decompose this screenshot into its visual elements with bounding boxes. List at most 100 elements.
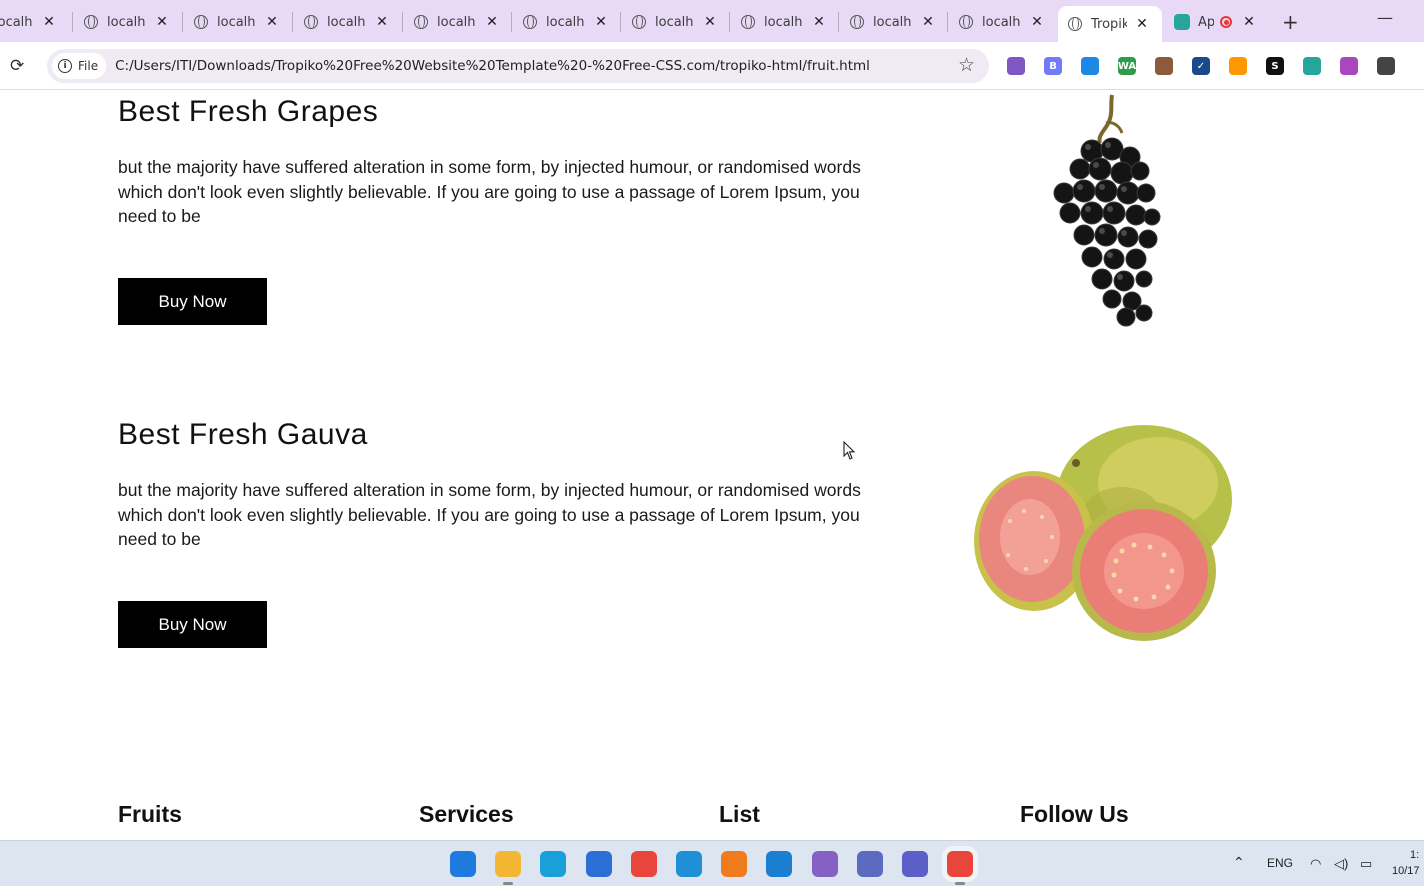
tab-divider — [947, 12, 948, 32]
file-explorer-icon[interactable] — [495, 851, 521, 877]
tab-label: localhc — [327, 14, 365, 30]
puzzle-gear-icon[interactable] — [1007, 57, 1025, 75]
running-indicator — [955, 882, 965, 885]
brain-icon[interactable] — [1340, 57, 1358, 75]
recording-icon — [1220, 16, 1232, 28]
browser-tab[interactable]: localhc ✕ — [523, 8, 608, 36]
web-page: Best Fresh Grapes but the majority have … — [0, 91, 1424, 840]
tab-divider — [729, 12, 730, 32]
browser-tab-active[interactable]: Tropik ✕ — [1058, 6, 1162, 42]
globe-icon — [523, 15, 537, 29]
footer-heading-list: List — [719, 801, 760, 827]
tab-divider — [511, 12, 512, 32]
tab-close-icon[interactable]: ✕ — [155, 14, 169, 30]
browser-tab[interactable]: localhc ✕ — [741, 8, 826, 36]
minimize-window-button[interactable]: — — [1377, 8, 1393, 27]
tab-close-icon[interactable]: ✕ — [265, 14, 279, 30]
globe-icon — [632, 15, 646, 29]
info-icon: i — [58, 59, 72, 73]
tab-label: localhc — [437, 14, 475, 30]
vscode-icon[interactable] — [766, 851, 792, 877]
xampp-icon[interactable] — [721, 851, 747, 877]
tab-close-icon[interactable]: ✕ — [42, 14, 56, 30]
s-icon[interactable]: S — [1266, 57, 1284, 75]
edge-icon[interactable] — [540, 851, 566, 877]
browser-tab[interactable]: localhc ✕ — [194, 8, 279, 36]
cookie-icon[interactable] — [1155, 57, 1173, 75]
tab-label: Ap — [1198, 14, 1214, 30]
browser-tab[interactable]: localhc ✕ — [84, 8, 169, 36]
teams-icon[interactable] — [902, 851, 928, 877]
product-description: but the majority have suffered alteratio… — [118, 157, 861, 226]
url-text[interactable]: C:/Users/ITI/Downloads/Tropiko%20Free%20… — [115, 58, 870, 74]
tab-label: localhc — [546, 14, 584, 30]
browser-tab[interactable]: localhc ✕ — [0, 8, 56, 36]
address-bar[interactable]: i File C:/Users/ITI/Downloads/Tropiko%20… — [47, 49, 989, 83]
clock-time[interactable]: 1: — [1410, 849, 1419, 861]
browser-tab[interactable]: localhc ✕ — [632, 8, 717, 36]
battery-icon[interactable]: ▭ — [1360, 856, 1372, 872]
browser-tab-app[interactable]: Ap ✕ — [1174, 8, 1256, 36]
tab-close-icon[interactable]: ✕ — [375, 14, 389, 30]
footer-heading-fruits: Fruits — [118, 801, 182, 827]
tab-label: localhc — [107, 14, 145, 30]
guava-image — [974, 425, 1232, 641]
feather-icon[interactable] — [1081, 57, 1099, 75]
tab-label: localhc — [764, 14, 802, 30]
tab-close-icon[interactable]: ✕ — [485, 14, 499, 30]
tab-divider — [838, 12, 839, 32]
chrome-active-icon[interactable] — [947, 851, 973, 877]
site-info-chip[interactable]: i File — [52, 53, 107, 79]
tab-close-icon[interactable]: ✕ — [703, 14, 717, 30]
globe-icon — [194, 15, 208, 29]
visual-studio-icon[interactable] — [812, 851, 838, 877]
browser-tab[interactable]: localhc ✕ — [959, 8, 1044, 36]
browser-tab[interactable]: localhc ✕ — [304, 8, 389, 36]
tab-label: localhc — [655, 14, 693, 30]
tab-divider — [72, 12, 73, 32]
mouse-cursor-icon — [843, 441, 856, 460]
chat-icon[interactable] — [1303, 57, 1321, 75]
show-hidden-icons-chevron-icon[interactable]: ⌃ — [1233, 854, 1245, 871]
tab-label: localhc — [873, 14, 911, 30]
language-indicator[interactable]: ENG — [1267, 856, 1293, 870]
store-icon[interactable] — [586, 851, 612, 877]
globe-icon — [850, 15, 864, 29]
extensions-puzzle-icon[interactable] — [1377, 57, 1395, 75]
browser-tab[interactable]: localhc ✕ — [414, 8, 499, 36]
windows-taskbar: ⌃ ENG ◠ ◁) ▭ 1: 10/17 — [0, 840, 1424, 886]
globe-icon — [414, 15, 428, 29]
tab-close-icon[interactable]: ✕ — [1030, 14, 1044, 30]
running-indicator — [503, 882, 513, 885]
wifi-icon[interactable]: ◠ — [1310, 856, 1321, 872]
tab-close-icon[interactable]: ✕ — [921, 14, 935, 30]
globe-icon — [304, 15, 318, 29]
check-circle-icon[interactable]: ✓ — [1192, 57, 1210, 75]
chrome-icon[interactable] — [631, 851, 657, 877]
footer-heading-services: Services — [419, 801, 514, 827]
windows-start-icon[interactable] — [450, 851, 476, 877]
clock-date[interactable]: 10/17 — [1392, 865, 1420, 877]
buy-now-button[interactable]: Buy Now — [118, 278, 267, 325]
tab-close-icon[interactable]: ✕ — [1135, 16, 1149, 32]
iptv-icon[interactable] — [857, 851, 883, 877]
tab-close-icon[interactable]: ✕ — [594, 14, 608, 30]
b-extension-icon[interactable]: B — [1044, 57, 1062, 75]
browser-toolbar: ⟳ i File C:/Users/ITI/Downloads/Tropiko%… — [0, 42, 1424, 90]
reload-icon[interactable]: ⟳ — [10, 56, 24, 76]
product-title: Best Fresh Grapes — [118, 95, 379, 128]
volume-icon[interactable]: ◁) — [1334, 856, 1348, 872]
tab-close-icon[interactable]: ✕ — [812, 14, 826, 30]
tab-close-icon[interactable]: ✕ — [1242, 14, 1256, 30]
site-info-label: File — [78, 59, 99, 73]
new-tab-button[interactable]: + — [1282, 10, 1299, 34]
bookmark-star-icon[interactable]: ☆ — [958, 54, 975, 76]
anydesk-icon[interactable] — [676, 851, 702, 877]
buy-now-button[interactable]: Buy Now — [118, 601, 267, 648]
tab-divider — [182, 12, 183, 32]
tab-label: localhc — [217, 14, 255, 30]
ring-icon[interactable] — [1229, 57, 1247, 75]
wa-icon[interactable]: WA — [1118, 57, 1136, 75]
tab-label: Tropik — [1091, 16, 1127, 32]
browser-tab[interactable]: localhc ✕ — [850, 8, 935, 36]
